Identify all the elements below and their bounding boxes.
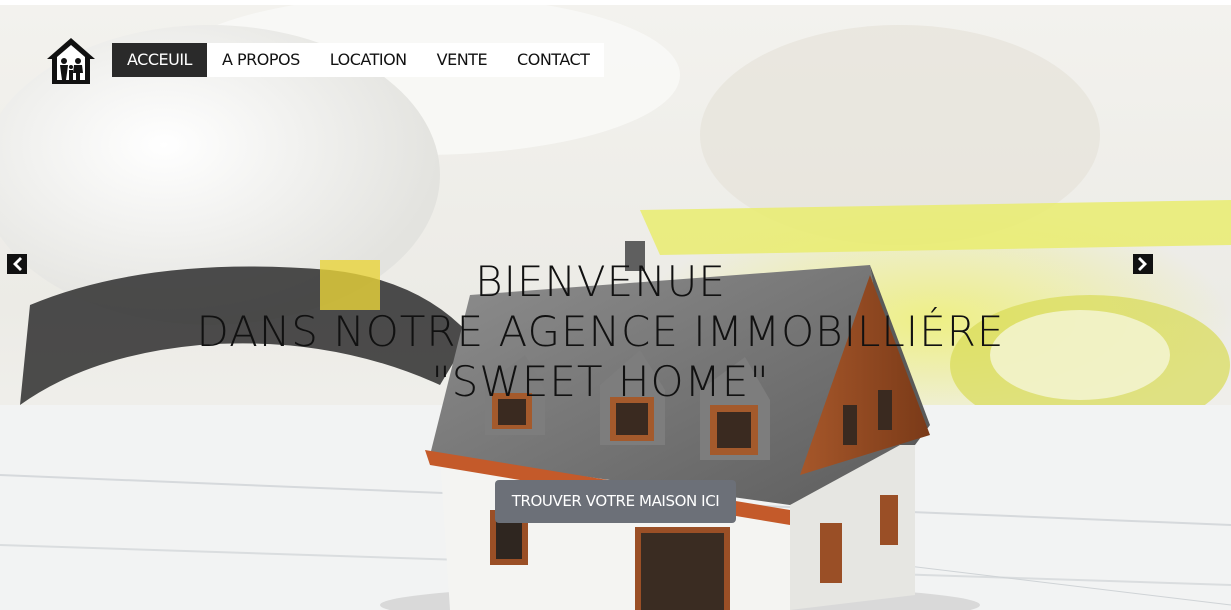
hero-line-3: "SWEET HOME" xyxy=(431,357,770,406)
nav-item-a-propos[interactable]: A PROPOS xyxy=(207,43,315,77)
hero-headline: BIENVENUE DANS NOTRE AGENCE IMMOBILLIÉRE… xyxy=(0,257,1201,407)
house-family-logo-icon[interactable] xyxy=(45,35,97,87)
hero-line-2: DANS NOTRE AGENCE IMMOBILLIÉRE xyxy=(196,307,1005,356)
page: ACCEUIL A PROPOS LOCATION VENTE CONTACT … xyxy=(0,0,1231,610)
nav-item-location[interactable]: LOCATION xyxy=(315,43,422,77)
find-house-button[interactable]: TROUVER VOTRE MAISON ICI xyxy=(495,480,736,523)
nav-item-accueil[interactable]: ACCEUIL xyxy=(112,43,207,77)
hero-line-1: BIENVENUE xyxy=(475,257,726,306)
main-nav: ACCEUIL A PROPOS LOCATION VENTE CONTACT xyxy=(112,43,605,77)
nav-item-contact[interactable]: CONTACT xyxy=(502,43,604,77)
hero-slider: ACCEUIL A PROPOS LOCATION VENTE CONTACT … xyxy=(0,5,1231,610)
nav-item-vente[interactable]: VENTE xyxy=(422,43,502,77)
